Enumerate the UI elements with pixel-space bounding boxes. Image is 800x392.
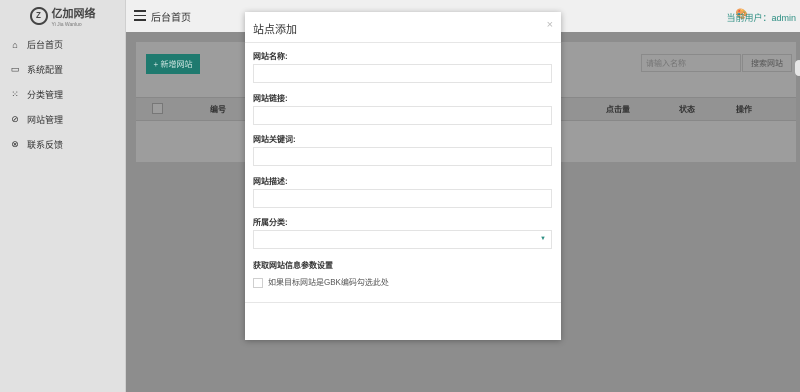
site-url-label: 网站链接: (253, 94, 288, 103)
search-button[interactable]: 搜索网站 (742, 54, 792, 72)
sidebar-item-label: 网站管理 (27, 115, 64, 125)
sidebar-item-sites[interactable]: ⊘ 网站管理 (0, 107, 125, 132)
sidebar-item-feedback[interactable]: ⊗ 联系反馈 (0, 132, 125, 157)
column-header-id: 编号 (210, 105, 226, 114)
current-user[interactable]: 当前用户：admin (726, 11, 796, 24)
category-select[interactable]: ▼ (253, 230, 552, 249)
modal-footer (245, 302, 561, 303)
add-site-button[interactable]: + 新增网站 (146, 54, 200, 74)
add-site-modal: 站点添加 × 网站名称: 网站链接: 网站关键词: 网站描述: 所属分类: ▼ … (245, 12, 561, 340)
sidebar-item-home[interactable]: ⌂ 后台首页 (0, 32, 125, 57)
logo-subtext: Yi Jia Wanluo (51, 22, 82, 28)
scrollbar-handle[interactable] (795, 60, 800, 76)
category-label: 所属分类: (253, 218, 288, 227)
chevron-down-icon: ▼ (540, 236, 546, 242)
logo-icon: Z (29, 7, 48, 25)
monitor-icon: ▭ (10, 64, 20, 74)
site-url-input[interactable] (253, 106, 552, 125)
gbk-checkbox[interactable] (253, 278, 263, 288)
modal-title: 站点添加 (253, 24, 297, 36)
gbk-checkbox-label[interactable]: 如果目标网站是GBK编码勾选此处 (268, 277, 389, 288)
menu-toggle-icon[interactable] (134, 10, 146, 21)
close-icon[interactable]: × (547, 19, 553, 31)
site-description-label: 网站描述: (253, 177, 288, 186)
home-icon: ⌂ (12, 39, 18, 50)
sidebar-item-label: 系统配置 (27, 65, 64, 75)
site-keywords-label: 网站关键词: (253, 135, 296, 144)
sidebar-nav: ⌂ 后台首页 ▭ 系统配置 ⁙ 分类管理 ⊘ 网站管理 ⊗ 联系反馈 (0, 32, 125, 157)
site-name-input[interactable] (253, 64, 552, 83)
column-header-clicks: 点击量 (606, 105, 630, 114)
sidebar-item-system[interactable]: ▭ 系统配置 (0, 57, 125, 82)
compass-icon: ⊘ (11, 114, 19, 124)
fetch-settings-title: 获取网站信息参数设置 (253, 261, 333, 270)
sidebar-item-label: 分类管理 (27, 90, 64, 100)
page-title: 后台首页 (151, 13, 191, 24)
sidebar-item-label: 联系反馈 (27, 140, 64, 150)
site-description-input[interactable] (253, 189, 552, 208)
column-header-actions: 操作 (736, 105, 752, 114)
column-header-status: 状态 (679, 105, 695, 114)
grid-icon: ⁙ (11, 89, 19, 99)
settings-icon: ⊗ (11, 139, 19, 149)
sidebar: Z 亿加网络 Yi Jia Wanluo ⌂ 后台首页 ▭ 系统配置 ⁙ 分类管理 ⊘… (0, 0, 126, 392)
sidebar-item-category[interactable]: ⁙ 分类管理 (0, 82, 125, 107)
site-name-label: 网站名称: (253, 52, 288, 61)
logo: Z 亿加网络 Yi Jia Wanluo (0, 0, 125, 32)
logo-text: 亿加网络 (51, 8, 96, 20)
site-keywords-input[interactable] (253, 147, 552, 166)
sidebar-item-label: 后台首页 (27, 40, 64, 50)
search-input[interactable] (641, 54, 741, 72)
select-all-checkbox[interactable] (152, 103, 163, 114)
modal-header: 站点添加 × (245, 12, 561, 43)
